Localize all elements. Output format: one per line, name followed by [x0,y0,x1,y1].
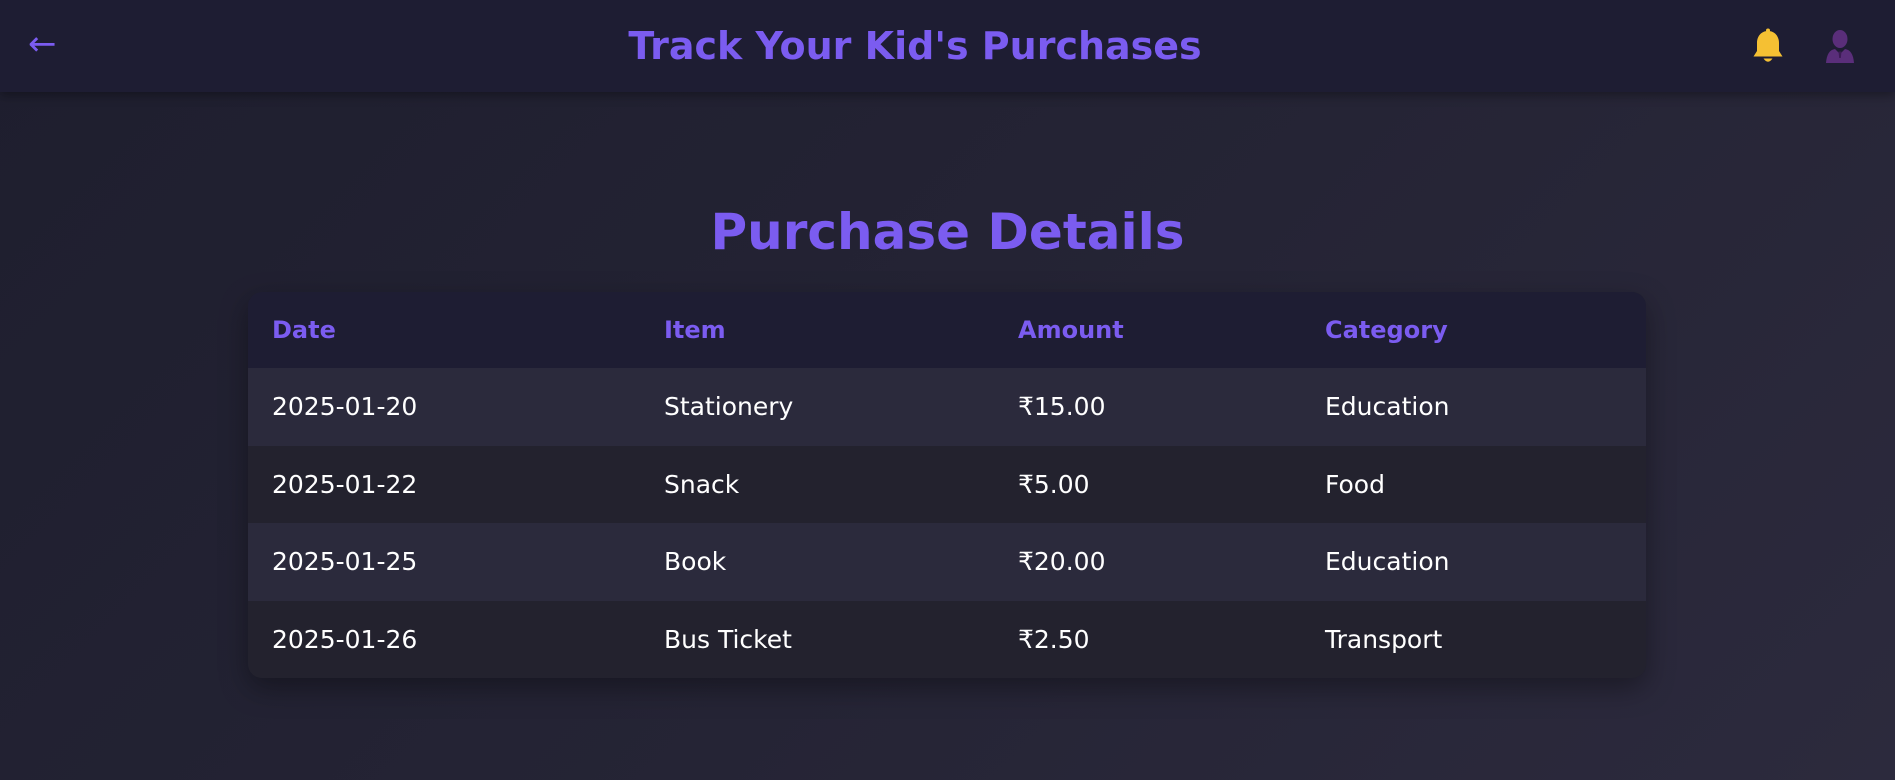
cell-item: Snack [664,469,740,499]
cell-amount: ₹2.50 [1018,624,1090,654]
profile-button[interactable] [1823,28,1857,64]
column-header-amount: Amount [1018,316,1124,344]
cell-item: Stationery [664,392,794,422]
cell-date: 2025-01-26 [272,624,418,654]
cell-amount: ₹15.00 [1018,392,1106,422]
section-title: Purchase Details [710,203,1185,261]
cell-amount: ₹20.00 [1018,547,1106,577]
table-row: 2025-01-22 Snack ₹5.00 Food [248,445,1646,523]
cell-item: Book [664,547,727,577]
notifications-button[interactable] [1750,28,1786,66]
cell-date: 2025-01-20 [272,392,418,422]
column-header-category: Category [1325,316,1448,344]
column-header-item: Item [664,316,726,344]
bell-icon [1753,28,1783,62]
cell-category: Transport [1325,624,1443,654]
purchase-table-card: Date Item Amount Category 2025-01-20 Sta… [248,292,1646,678]
table-row: 2025-01-26 Bus Ticket ₹2.50 Transport [248,600,1646,678]
table-header-row: Date Item Amount Category [248,292,1646,368]
table-row: 2025-01-25 Book ₹20.00 Education [248,523,1646,601]
top-bar: ← Track Your Kid's Purchases [0,0,1895,92]
table-row: 2025-01-20 Stationery ₹15.00 Education [248,368,1646,446]
cell-category: Education [1325,547,1450,577]
column-header-date: Date [272,316,336,344]
cell-item: Bus Ticket [664,624,792,654]
cell-category: Food [1325,469,1385,499]
cell-category: Education [1325,392,1450,422]
cell-date: 2025-01-25 [272,547,418,577]
user-icon [1826,30,1854,63]
cell-date: 2025-01-22 [272,469,418,499]
page-title: Track Your Kid's Purchases [628,24,1202,68]
purchase-table: Date Item Amount Category 2025-01-20 Sta… [248,292,1646,678]
cell-amount: ₹5.00 [1018,469,1090,499]
